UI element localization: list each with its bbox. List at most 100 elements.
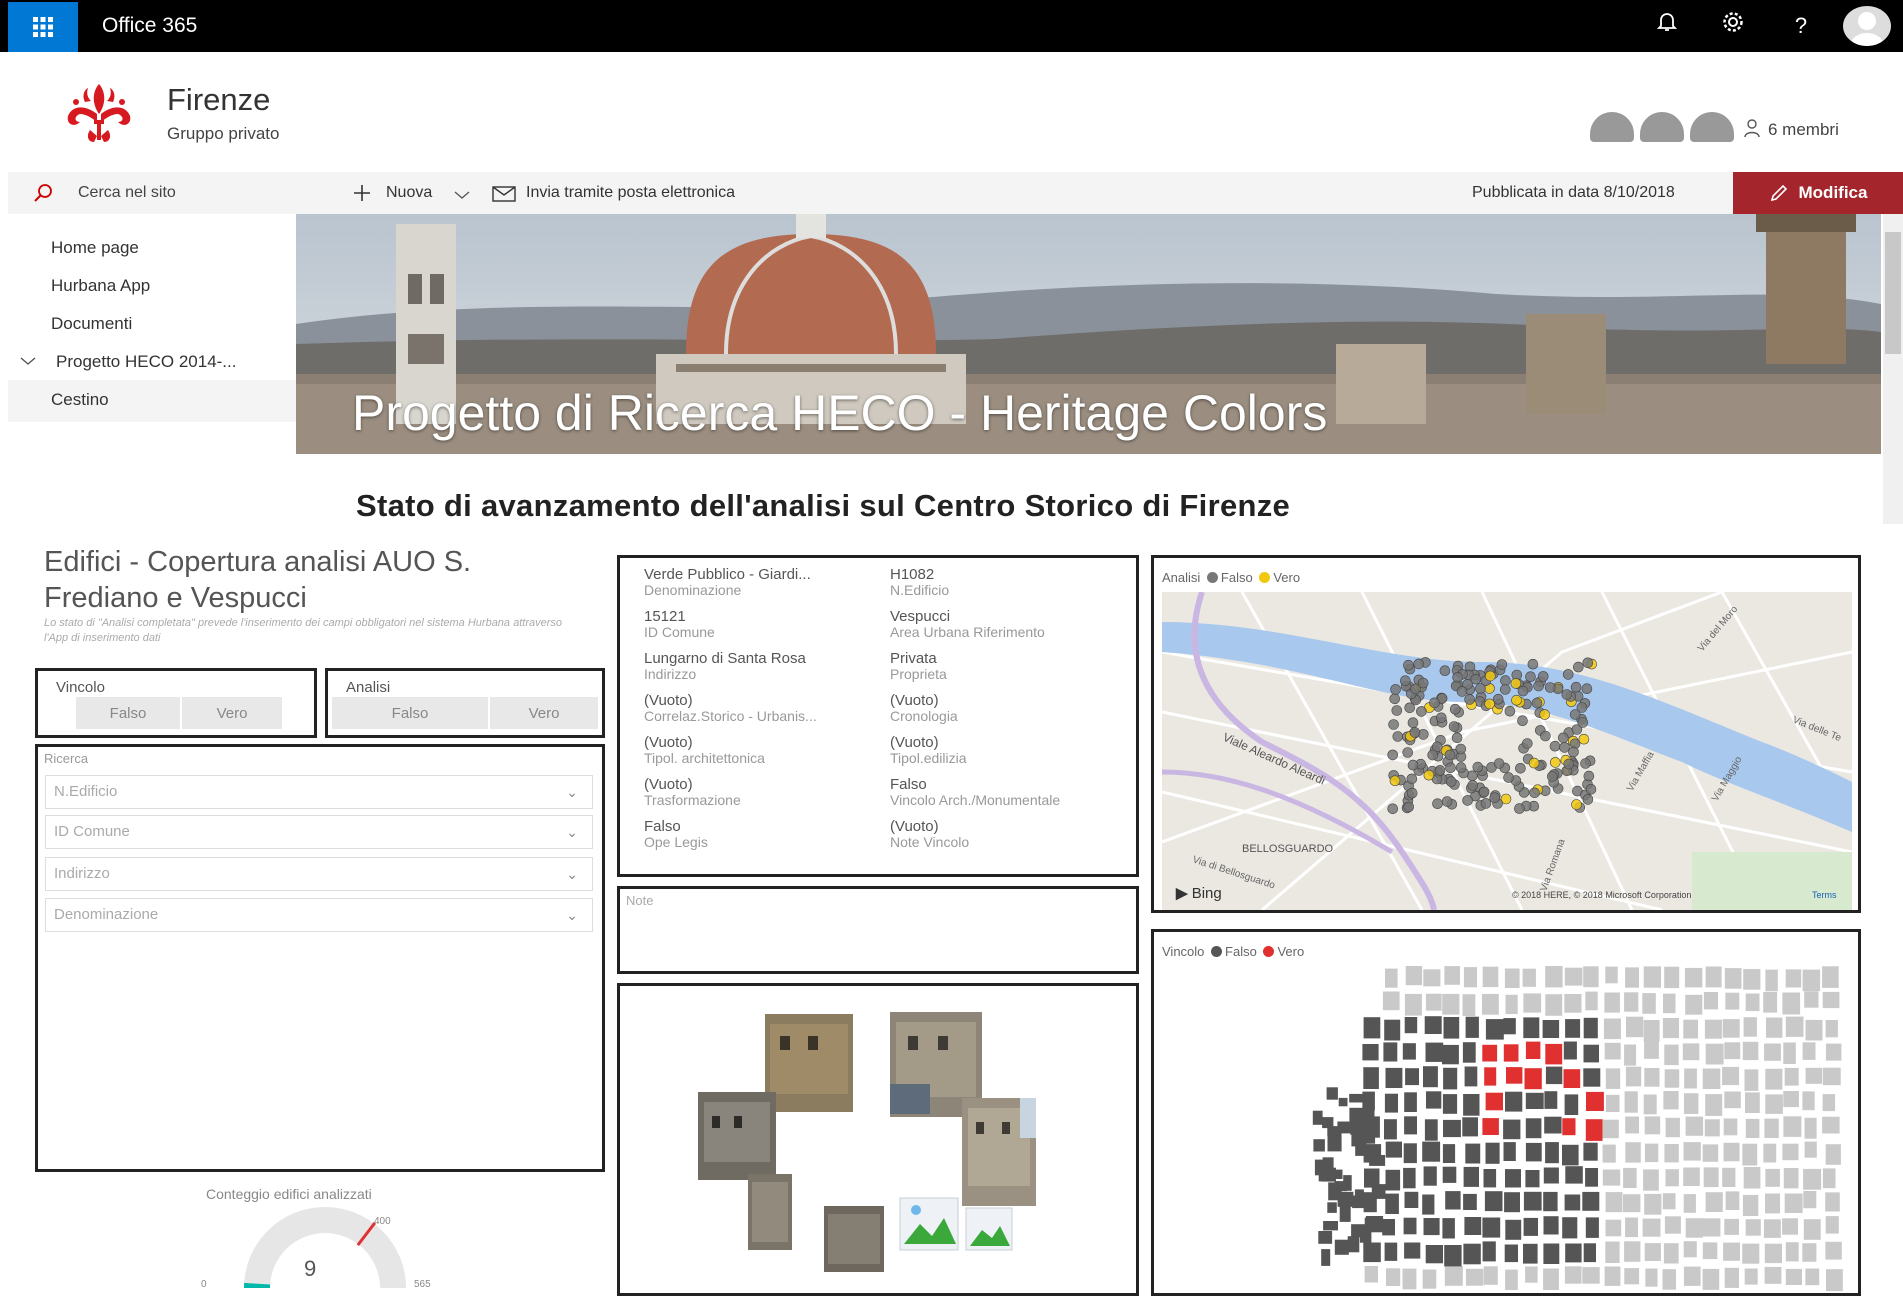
map-point[interactable]	[1496, 659, 1508, 670]
building-footprint[interactable]	[1385, 968, 1398, 988]
building-footprint[interactable]	[1482, 993, 1499, 1015]
building-footprint[interactable]	[1822, 1116, 1840, 1134]
building-footprint[interactable]	[1404, 1242, 1421, 1259]
nav-item-home[interactable]: Home page	[51, 238, 139, 258]
map-point[interactable]	[1510, 678, 1522, 689]
building-footprint[interactable]	[1462, 994, 1476, 1016]
map-point[interactable]	[1434, 765, 1446, 776]
building-footprint[interactable]	[1444, 966, 1460, 985]
building-footprint[interactable]	[1602, 1169, 1621, 1186]
building-footprint[interactable]	[1583, 1243, 1596, 1263]
building-footprint[interactable]	[1422, 1269, 1437, 1289]
building-footprint[interactable]	[1404, 1191, 1419, 1208]
photo-thumbnail[interactable]	[824, 1206, 884, 1272]
map-point[interactable]	[1503, 772, 1514, 783]
building-footprint[interactable]	[1745, 1219, 1761, 1236]
map-point[interactable]	[1537, 671, 1549, 682]
building-footprint[interactable]	[1522, 968, 1536, 987]
building-footprint[interactable]	[1563, 1041, 1577, 1060]
map-point[interactable]	[1515, 763, 1526, 774]
map-point[interactable]	[1582, 794, 1594, 805]
building-footprint[interactable]	[1765, 1168, 1780, 1187]
building-footprint[interactable]	[1354, 1189, 1364, 1202]
analisi-falso-button[interactable]: Falso	[332, 697, 488, 729]
building-footprint[interactable]	[1705, 1192, 1723, 1212]
building-footprint[interactable]	[1802, 969, 1821, 992]
building-footprint[interactable]	[1785, 1016, 1804, 1037]
building-footprint[interactable]	[1503, 1018, 1516, 1035]
filter-denominazione[interactable]: Denominazione ⌄	[45, 898, 593, 932]
building-footprint[interactable]	[1543, 1191, 1558, 1212]
building-footprint[interactable]	[1565, 1019, 1581, 1038]
building-footprint[interactable]	[1822, 1168, 1836, 1189]
building-footprint[interactable]	[1422, 1141, 1441, 1162]
building-footprint[interactable]	[1626, 1016, 1644, 1038]
building-footprint[interactable]	[1623, 1194, 1641, 1213]
building-footprint[interactable]	[1782, 992, 1801, 1015]
site-title[interactable]: Firenze	[167, 82, 270, 118]
building-footprint[interactable]	[1782, 1143, 1799, 1161]
map-point[interactable]	[1529, 787, 1540, 799]
building-footprint[interactable]	[1724, 968, 1742, 989]
building-footprint[interactable]	[1685, 1218, 1703, 1238]
building-footprint[interactable]	[1725, 1191, 1740, 1210]
building-footprint[interactable]	[1318, 1231, 1333, 1244]
nav-item-progetto-heco[interactable]: Progetto HECO 2014-...	[56, 352, 236, 372]
building-footprint[interactable]	[1384, 1093, 1398, 1113]
building-footprint[interactable]	[1585, 1217, 1599, 1238]
building-footprint[interactable]	[1482, 966, 1499, 988]
building-footprint[interactable]	[1503, 1142, 1516, 1161]
building-footprint[interactable]	[1403, 1143, 1417, 1164]
building-footprint[interactable]	[1425, 1042, 1444, 1062]
map-point[interactable]	[1389, 693, 1400, 705]
building-footprint[interactable]	[1384, 1019, 1401, 1041]
building-footprint[interactable]	[1642, 1218, 1661, 1237]
building-footprint[interactable]	[1705, 966, 1722, 988]
building-footprint[interactable]	[1322, 1117, 1334, 1129]
building-footprint[interactable]	[1523, 1217, 1538, 1236]
building-footprint[interactable]	[1564, 1194, 1581, 1211]
building-footprint[interactable]	[1482, 1044, 1498, 1062]
map-point[interactable]	[1416, 706, 1427, 717]
map-point[interactable]	[1448, 721, 1460, 732]
building-footprint[interactable]	[1442, 993, 1460, 1015]
filter-indirizzo[interactable]: Indirizzo ⌄	[45, 857, 593, 891]
map-point[interactable]	[1578, 733, 1590, 745]
nav-item-documenti[interactable]: Documenti	[51, 314, 132, 334]
map-point[interactable]	[1493, 758, 1505, 769]
building-footprint[interactable]	[1423, 1166, 1437, 1186]
map-point[interactable]	[1445, 762, 1456, 773]
map-point[interactable]	[1475, 683, 1486, 694]
building-footprint[interactable]	[1404, 993, 1422, 1016]
building-footprint[interactable]	[1462, 1117, 1478, 1137]
map-point[interactable]	[1452, 672, 1463, 683]
building-footprint[interactable]	[1545, 1043, 1563, 1065]
map-point[interactable]	[1466, 770, 1478, 782]
building-footprint[interactable]	[1326, 1087, 1338, 1100]
filter-id-comune[interactable]: ID Comune ⌄	[45, 815, 593, 849]
building-footprint[interactable]	[1722, 1066, 1740, 1086]
building-footprint[interactable]	[1804, 991, 1819, 1008]
map-point[interactable]	[1525, 671, 1536, 682]
map-point[interactable]	[1432, 798, 1443, 809]
map-point[interactable]	[1489, 792, 1501, 803]
building-footprint[interactable]	[1465, 1268, 1484, 1286]
building-footprint[interactable]	[1765, 969, 1778, 992]
building-footprint[interactable]	[1443, 1119, 1461, 1138]
map-vincolo[interactable]: Vincolo Falso Vero	[1151, 929, 1861, 1296]
building-footprint[interactable]	[1662, 1018, 1679, 1039]
building-footprint[interactable]	[1351, 1134, 1367, 1147]
building-footprint[interactable]	[1405, 1068, 1419, 1086]
building-footprint[interactable]	[1542, 1020, 1560, 1038]
building-footprint[interactable]	[1545, 1066, 1563, 1085]
building-footprint[interactable]	[1444, 1266, 1463, 1286]
map-point[interactable]	[1544, 682, 1556, 693]
map-point[interactable]	[1582, 657, 1594, 669]
map-point[interactable]	[1517, 715, 1528, 726]
building-footprint[interactable]	[1702, 1218, 1721, 1237]
building-footprint[interactable]	[1803, 1191, 1817, 1209]
building-footprint[interactable]	[1805, 1067, 1823, 1084]
building-footprint[interactable]	[1683, 1167, 1700, 1187]
map-point[interactable]	[1441, 796, 1453, 807]
building-footprint[interactable]	[1482, 1241, 1496, 1262]
